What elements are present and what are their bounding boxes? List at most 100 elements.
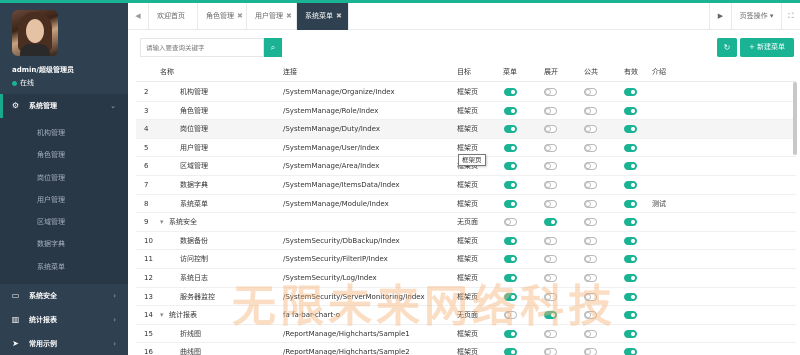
tab-1[interactable]: 角色管理 ✖ [198,3,247,30]
table-row[interactable]: 8 系统菜单/SystemManage/Module/Index 框架页 测试 [136,195,796,214]
expand-toggle[interactable] [544,88,557,96]
valid-toggle[interactable] [624,292,637,301]
valid-toggle[interactable] [624,255,637,264]
valid-toggle[interactable] [624,162,637,171]
expand-toggle[interactable] [544,329,557,338]
column-header[interactable]: 连接 [283,63,297,82]
sidebar-group-2[interactable]: ▥ 统计报表 › [0,308,128,332]
column-header[interactable]: 介绍 [652,63,666,82]
expand-toggle[interactable] [544,143,557,152]
column-header[interactable]: 目标 [457,63,471,82]
valid-toggle[interactable] [624,329,637,338]
expand-toggle[interactable] [544,162,557,171]
menu-toggle[interactable] [504,218,517,227]
tab-0[interactable]: 欢迎首页 [149,3,198,30]
public-toggle[interactable] [584,311,597,320]
menu-toggle[interactable] [504,348,517,355]
refresh-button[interactable]: ↻ [717,38,737,57]
menu-toggle[interactable] [504,162,517,171]
valid-toggle[interactable] [624,125,637,134]
menu-toggle[interactable] [504,125,517,134]
search-input[interactable] [140,38,264,57]
table-row[interactable]: 12 系统日志/SystemSecurity/Log/Index 框架页 [136,269,796,288]
close-icon[interactable]: ✖ [336,12,342,20]
menu-toggle[interactable] [504,88,517,96]
expand-toggle[interactable] [544,292,557,301]
table-row[interactable]: 4 岗位管理/SystemManage/Duty/Index 框架页 [136,120,796,139]
menu-toggle[interactable] [504,199,517,208]
valid-toggle[interactable] [624,106,637,115]
close-icon[interactable]: ✖ [237,12,243,20]
menu-toggle[interactable] [504,236,517,245]
valid-toggle[interactable] [624,274,637,282]
search-button[interactable]: ⌕ [264,38,282,57]
expand-toggle[interactable] [544,255,557,264]
sidebar-item-5[interactable]: 数据字典 [0,233,128,255]
tab-3[interactable]: 系统菜单 ✖ [297,3,349,30]
public-toggle[interactable] [584,348,597,355]
column-header[interactable]: 公共 [584,63,598,82]
grid-scrollbar[interactable] [793,82,797,155]
expand-toggle[interactable] [544,274,557,282]
expand-toggle[interactable] [544,125,557,134]
table-row[interactable]: 10 数据备份/SystemSecurity/DbBackup/Index 框架页 [136,232,796,251]
sidebar-group-1[interactable]: ▭ 系统安全 › [0,284,128,308]
valid-toggle[interactable] [624,236,637,245]
tab-scroll-right-button[interactable]: ▶ [709,3,731,30]
close-icon[interactable]: ✖ [286,12,292,20]
valid-toggle[interactable] [624,88,637,96]
column-header[interactable]: 名称 [160,63,174,82]
sidebar-item-1[interactable]: 角色管理 [0,144,128,166]
expand-toggle[interactable] [544,106,557,115]
public-toggle[interactable] [584,255,597,264]
sidebar-item-6[interactable]: 系统菜单 [0,256,128,278]
expand-caret-icon[interactable]: ▾ [160,306,164,325]
expand-caret-icon[interactable]: ▾ [160,213,164,232]
sidebar-item-0[interactable]: 机构管理 [0,122,128,144]
expand-toggle[interactable] [544,236,557,245]
public-toggle[interactable] [584,88,597,96]
public-toggle[interactable] [584,106,597,115]
table-row[interactable]: 7 数据字典/SystemManage/ItemsData/Index 框架页 [136,176,796,195]
sidebar-item-2[interactable]: 岗位管理 [0,167,128,189]
public-toggle[interactable] [584,236,597,245]
table-row[interactable]: 13 服务器监控/SystemSecurity/ServerMonitoring/… [136,288,796,307]
menu-toggle[interactable] [504,181,517,189]
expand-toggle[interactable] [544,218,557,227]
public-toggle[interactable] [584,292,597,301]
column-header[interactable]: 菜单 [503,63,517,82]
menu-toggle[interactable] [504,311,517,320]
menu-toggle[interactable] [504,329,517,338]
user-name[interactable]: admin/超级管理员 [12,65,74,75]
public-toggle[interactable] [584,143,597,152]
expand-toggle[interactable] [544,311,557,320]
menu-toggle[interactable] [504,292,517,301]
public-toggle[interactable] [584,162,597,171]
public-toggle[interactable] [584,181,597,189]
table-row[interactable]: 15 折线图/ReportManage/Highcharts/Sample1 框架页 [136,325,796,344]
public-toggle[interactable] [584,125,597,134]
sidebar-group-3[interactable]: ➤ 常用示例 › [0,332,128,355]
public-toggle[interactable] [584,218,597,227]
table-row[interactable]: 3 角色管理/SystemManage/Role/Index 框架页 [136,102,796,121]
menu-toggle[interactable] [504,143,517,152]
menu-toggle[interactable] [504,106,517,115]
valid-toggle[interactable] [624,348,637,355]
valid-toggle[interactable] [624,181,637,189]
tab-2[interactable]: 用户管理 ✖ [247,3,297,30]
table-row[interactable]: 16 曲线图/ReportManage/Highcharts/Sample2 框架页 [136,343,796,355]
menu-toggle[interactable] [504,255,517,264]
avatar[interactable] [12,10,58,56]
sidebar-item-3[interactable]: 用户管理 [0,189,128,211]
tab-scroll-left-button[interactable]: ◀ [128,3,149,30]
table-row[interactable]: 14 ▾ 统计报表 fa fa-bar-chart-o 无页面 [136,306,796,325]
table-row[interactable]: 9 ▾ 系统安全 无页面 [136,213,796,232]
valid-toggle[interactable] [624,199,637,208]
column-header[interactable]: 有效 [624,63,638,82]
valid-toggle[interactable] [624,311,637,320]
column-header[interactable]: 展开 [544,63,558,82]
public-toggle[interactable] [584,329,597,338]
public-toggle[interactable] [584,274,597,282]
add-menu-button[interactable]: + 新建菜单 [740,38,794,57]
valid-toggle[interactable] [624,218,637,227]
